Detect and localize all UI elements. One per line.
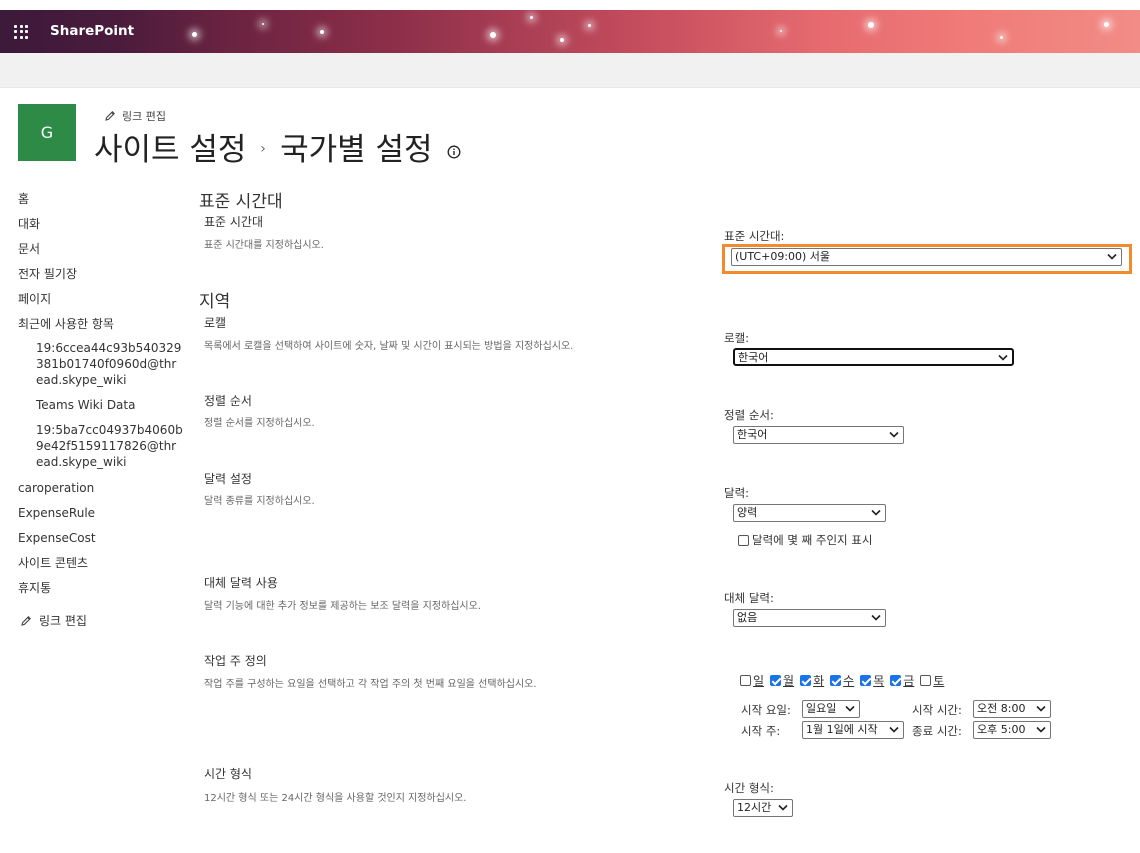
chevron-down-icon <box>871 614 881 621</box>
breadcrumb-separator: › <box>260 140 267 157</box>
nav-item-site-contents[interactable]: 사이트 콘텐츠 <box>18 554 178 579</box>
day-mon[interactable]: 월 <box>770 672 794 689</box>
calendar-field-label: 달력: <box>724 486 750 500</box>
week-numbers-label: 달력에 몇 째 주인지 표시 <box>752 533 873 547</box>
week-numbers-option[interactable]: 달력에 몇 째 주인지 표시 <box>738 532 872 548</box>
nav-edit-links[interactable]: 링크 편집 <box>18 612 178 629</box>
info-icon[interactable] <box>447 145 461 159</box>
nav-item-expenserule[interactable]: ExpenseRule <box>18 504 178 529</box>
chevron-down-icon <box>1107 253 1117 260</box>
first-week-select[interactable]: 1월 1일에 시작 <box>802 721 904 739</box>
workweek-label: 작업 주 정의 <box>204 654 267 668</box>
left-nav: 홈 대화 문서 전자 필기장 페이지 최근에 사용한 항목 19:6ccea44… <box>18 190 183 629</box>
day-tue[interactable]: 화 <box>800 672 824 689</box>
first-week-label: 시작 주: <box>741 724 781 738</box>
day-sun[interactable]: 일 <box>740 672 764 689</box>
start-time-label: 시작 시간: <box>912 703 962 717</box>
app-launcher-button[interactable] <box>0 10 42 53</box>
nav-item-notebook[interactable]: 전자 필기장 <box>18 265 178 290</box>
chevron-down-icon <box>845 705 855 712</box>
timezone-heading: 표준 시간대 <box>199 192 283 212</box>
edit-links-label: 링크 편집 <box>122 110 166 123</box>
chevron-down-icon <box>778 804 788 811</box>
calendar-label: 달력 설정 <box>204 472 252 486</box>
alt-calendar-field-label: 대체 달력: <box>724 591 774 605</box>
day-wed[interactable]: 수 <box>830 672 854 689</box>
timezone-description: 표준 시간대를 지정하십시오. <box>204 240 324 251</box>
nav-item-caroperation[interactable]: caroperation <box>18 479 178 504</box>
time-format-label: 시간 형식 <box>204 767 252 781</box>
day-thu[interactable]: 목 <box>860 672 884 689</box>
first-day-select[interactable]: 일요일 <box>802 700 860 718</box>
nav-item-recycle-bin[interactable]: 휴지통 <box>18 579 178 604</box>
breadcrumb-current: 국가별 설정 <box>280 132 433 168</box>
workweek-description: 작업 주를 구성하는 요일을 선택하고 각 작업 주의 첫 번째 요일을 선택하… <box>204 679 537 690</box>
first-day-label: 시작 요일: <box>741 703 791 717</box>
chevron-down-icon <box>1036 705 1046 712</box>
pencil-icon <box>21 615 31 626</box>
chevron-down-icon <box>889 431 899 438</box>
locale-description: 목록에서 로캘을 선택하여 사이트에 숫자, 날짜 및 시간이 표시되는 방법을… <box>204 341 574 352</box>
nav-item-documents[interactable]: 문서 <box>18 240 178 265</box>
nav-recent-item-2[interactable]: Teams Wiki Data <box>18 397 178 413</box>
locale-select[interactable]: 한국어 <box>733 348 1014 366</box>
sort-select[interactable]: 한국어 <box>733 426 904 444</box>
nav-item-expensecost[interactable]: ExpenseCost <box>18 529 178 554</box>
timezone-select[interactable]: (UTC+09:00) 서울 <box>731 248 1122 266</box>
start-time-select[interactable]: 오전 8:00 <box>973 700 1051 718</box>
site-logo[interactable]: G <box>18 104 76 161</box>
end-time-select[interactable]: 오후 5:00 <box>973 721 1051 739</box>
sort-field-label: 정렬 순서: <box>724 408 774 422</box>
calendar-description: 달력 종류를 지정하십시오. <box>204 496 315 507</box>
week-numbers-checkbox[interactable] <box>738 534 749 546</box>
page-title: 사이트 설정 › 국가별 설정 <box>94 124 461 169</box>
waffle-icon <box>14 24 28 39</box>
time-format-description: 12시간 형식 또는 24시간 형식을 사용할 것인지 지정하십시오. <box>204 793 467 804</box>
region-heading: 지역 <box>199 292 231 312</box>
nav-item-recent[interactable]: 최근에 사용한 항목 <box>18 315 178 340</box>
chevron-down-icon <box>1036 726 1046 733</box>
nav-recent-item-3[interactable]: 19:5ba7cc04937b4060b 9e42f5159117826@thr e… <box>18 422 183 470</box>
nav-item-conversations[interactable]: 대화 <box>18 215 178 240</box>
chevron-down-icon <box>889 726 899 733</box>
alt-calendar-description: 달력 기능에 대한 추가 정보를 제공하는 보조 달력을 지정하십시오. <box>204 601 482 612</box>
end-time-label: 종료 시간: <box>912 724 962 738</box>
suite-bar: SharePoint <box>0 10 1140 53</box>
timezone-field-label: 표준 시간대: <box>724 229 785 243</box>
nav-item-home[interactable]: 홈 <box>18 190 178 215</box>
brand-name[interactable]: SharePoint <box>50 23 134 39</box>
nav-recent-item-1[interactable]: 19:6ccea44c93b540329 381b01740f0960d@thr e… <box>18 340 181 388</box>
chevron-down-icon <box>871 509 881 516</box>
nav-edit-links-label: 링크 편집 <box>39 614 87 628</box>
locale-label: 로캘 <box>204 316 227 330</box>
workweek-days: 일 월 화 수 목 금 토 <box>740 672 944 689</box>
chevron-down-icon <box>998 354 1008 361</box>
time-format-select[interactable]: 12시간 <box>733 799 793 817</box>
nav-item-pages[interactable]: 페이지 <box>18 290 178 315</box>
time-format-field-label: 시간 형식: <box>724 781 774 795</box>
sort-description: 정렬 순서를 지정하십시오. <box>204 418 315 429</box>
calendar-select[interactable]: 양력 <box>733 504 886 522</box>
day-fri[interactable]: 금 <box>890 672 914 689</box>
sort-label: 정렬 순서 <box>204 394 252 408</box>
alt-calendar-label: 대체 달력 사용 <box>204 576 278 590</box>
day-sat[interactable]: 토 <box>920 672 944 689</box>
timezone-label: 표준 시간대 <box>204 215 264 229</box>
locale-field-label: 로캘: <box>724 331 750 345</box>
alt-calendar-select[interactable]: 없음 <box>733 609 886 627</box>
edit-links-top[interactable]: 링크 편집 <box>104 108 166 124</box>
breadcrumb-parent[interactable]: 사이트 설정 <box>94 124 246 169</box>
pencil-icon <box>105 111 115 121</box>
command-bar <box>0 53 1140 88</box>
